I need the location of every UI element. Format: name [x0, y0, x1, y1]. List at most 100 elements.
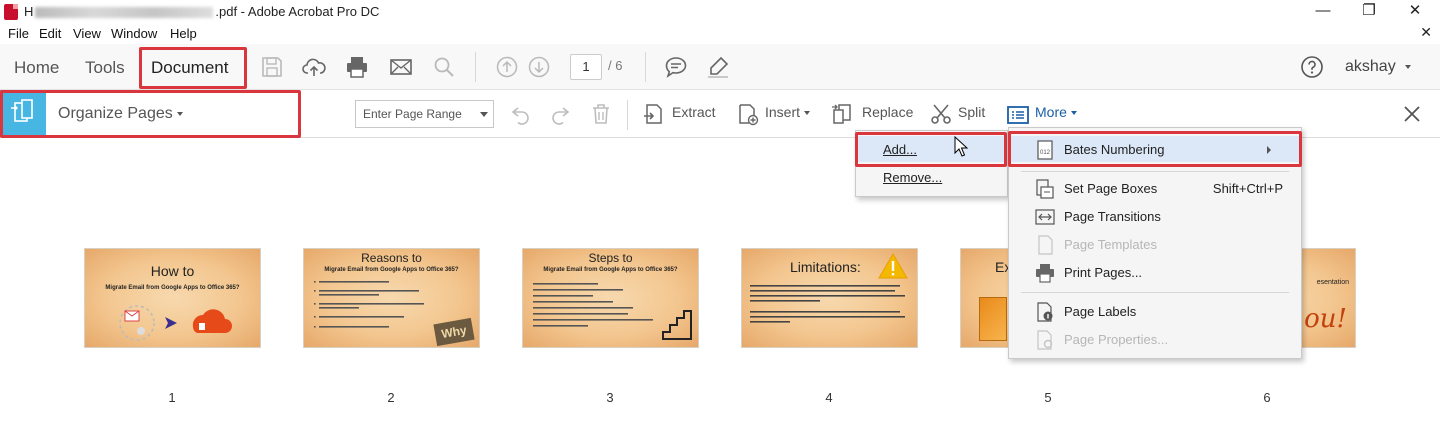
thumbnail-title: Steps to — [588, 251, 633, 265]
toolbar-separator — [475, 52, 476, 82]
toolbar-separator — [627, 100, 628, 130]
minimize-button[interactable]: — — [1300, 0, 1346, 22]
page-properties-label: Page Properties... — [1064, 332, 1169, 347]
maximize-button[interactable]: ❐ — [1346, 0, 1392, 22]
thumbnail-limitations-text — [750, 285, 905, 323]
redo-icon[interactable] — [548, 102, 572, 126]
bates-remove-label: Remove... — [883, 170, 943, 185]
set-page-boxes-label: Set Page Boxes — [1064, 181, 1158, 196]
extract-button[interactable]: Extract — [672, 104, 716, 120]
page-range-input[interactable] — [356, 101, 476, 127]
page-templates-item[interactable]: Page Templates — [1009, 231, 1301, 257]
page-range-dropdown[interactable] — [355, 100, 494, 128]
previous-page-icon[interactable] — [495, 55, 519, 79]
tab-tools[interactable]: Tools — [85, 58, 125, 78]
cloud-upload-icon[interactable] — [302, 55, 326, 79]
insert-icon[interactable] — [736, 102, 760, 126]
chevron-down-icon — [480, 112, 488, 117]
document-close-button[interactable]: ✕ — [1420, 24, 1432, 41]
print-icon[interactable] — [345, 55, 369, 79]
add-item-highlight — [855, 132, 1007, 167]
search-icon[interactable] — [432, 55, 456, 79]
page-number-input[interactable]: 1 — [570, 54, 602, 80]
set-page-boxes-item[interactable]: Set Page Boxes Shift+Ctrl+P — [1009, 175, 1301, 201]
page-transitions-item[interactable]: Page Transitions — [1009, 203, 1301, 229]
print-pages-item[interactable]: Print Pages... — [1009, 259, 1301, 285]
page-transitions-label: Page Transitions — [1064, 209, 1161, 224]
tab-home[interactable]: Home — [14, 58, 59, 78]
toolbar-separator — [645, 52, 646, 82]
bates-remove-item[interactable]: Remove... — [856, 164, 1007, 190]
window-title-suffix: .pdf - Adobe Acrobat Pro DC — [215, 4, 380, 19]
main-toolbar: Home Tools Document 1 / 6 akshay — [0, 44, 1440, 90]
page-labels-icon — [1037, 302, 1053, 322]
chevron-down-icon — [804, 111, 811, 116]
menu-edit[interactable]: Edit — [39, 26, 61, 41]
thumbnail-title: esentation — [1316, 279, 1349, 286]
page-thumbnail-3[interactable]: Steps to Migrate Email from Google Apps … — [522, 248, 699, 348]
product-box-graphic — [979, 297, 1007, 341]
window-close-button[interactable]: ✕ — [1392, 0, 1438, 22]
page-thumbnail-2[interactable]: Reasons to Migrate Email from Google App… — [303, 248, 480, 348]
replace-icon[interactable] — [830, 102, 854, 126]
thumbnail-title: Reasons to — [361, 251, 422, 265]
page-number-6: 6 — [1263, 390, 1271, 405]
insert-label: Insert — [765, 104, 801, 120]
save-icon[interactable] — [260, 55, 284, 79]
menu-file[interactable]: File — [8, 26, 29, 41]
document-tab-highlight — [139, 47, 247, 89]
page-thumbnail-1[interactable]: How to Migrate Email from Google Apps to… — [84, 248, 261, 348]
window-title: H .pdf - Adobe Acrobat Pro DC — [24, 4, 379, 19]
email-icon[interactable] — [389, 55, 413, 79]
replace-button[interactable]: Replace — [862, 104, 913, 120]
page-total: / 6 — [608, 58, 623, 73]
thumbnail-subtitle: Migrate Email from Google Apps to Office… — [105, 285, 240, 291]
thumbnail-bullet-text — [314, 281, 424, 328]
next-page-icon[interactable] — [527, 55, 551, 79]
help-icon[interactable] — [1300, 55, 1324, 79]
page-transitions-icon — [1035, 209, 1055, 225]
extract-icon[interactable] — [642, 102, 666, 126]
menu-view[interactable]: View — [73, 26, 101, 41]
menu-bar: File Edit View Window Help ✕ — [0, 24, 1440, 44]
page-properties-icon — [1037, 330, 1053, 350]
more-label: More — [1035, 104, 1067, 120]
undo-icon[interactable] — [509, 102, 533, 126]
set-page-boxes-icon — [1036, 179, 1054, 199]
thumbnail-subtitle: Migrate Email from Google Apps to Office… — [543, 267, 678, 273]
close-icon[interactable] — [1400, 102, 1424, 126]
menu-window[interactable]: Window — [111, 26, 157, 41]
page-number-1: 1 — [168, 390, 176, 405]
print-pages-label: Print Pages... — [1064, 265, 1143, 280]
trash-icon[interactable] — [589, 102, 613, 126]
chevron-down-icon — [1404, 64, 1411, 69]
acrobat-pdf-icon — [4, 4, 18, 20]
page-labels-label: Page Labels — [1064, 304, 1137, 319]
scissors-icon[interactable] — [929, 102, 953, 126]
title-bar: H .pdf - Adobe Acrobat Pro DC — ❐ ✕ — [0, 0, 1440, 24]
page-labels-item[interactable]: Page Labels — [1009, 298, 1301, 324]
gmail-to-office365-graphic — [119, 305, 232, 341]
menu-help[interactable]: Help — [170, 26, 197, 41]
user-account-menu[interactable]: akshay — [1345, 58, 1411, 76]
organize-pages-highlight — [0, 90, 301, 138]
warning-icon — [878, 253, 908, 279]
why-graphic: Why — [433, 317, 475, 347]
more-button[interactable]: More — [1035, 104, 1077, 120]
insert-button[interactable]: Insert — [765, 104, 811, 120]
print-icon — [1036, 264, 1054, 283]
user-name: akshay — [1345, 58, 1396, 75]
split-button[interactable]: Split — [958, 104, 985, 120]
highlight-pen-icon[interactable] — [706, 55, 730, 79]
more-icon[interactable] — [1006, 103, 1030, 127]
page-number-5: 5 — [1044, 390, 1052, 405]
page-number-3: 3 — [606, 390, 614, 405]
menu-separator — [1021, 292, 1289, 293]
comment-icon[interactable] — [664, 55, 688, 79]
page-templates-label: Page Templates — [1064, 237, 1157, 252]
thumbnail-subtitle: Migrate Email from Google Apps to Office… — [324, 267, 459, 273]
page-thumbnail-4[interactable]: Limitations: — [741, 248, 918, 348]
thumbnail-title: How to — [150, 263, 195, 279]
page-properties-item[interactable]: Page Properties... — [1009, 326, 1301, 352]
bates-numbering-highlight — [1008, 131, 1302, 167]
